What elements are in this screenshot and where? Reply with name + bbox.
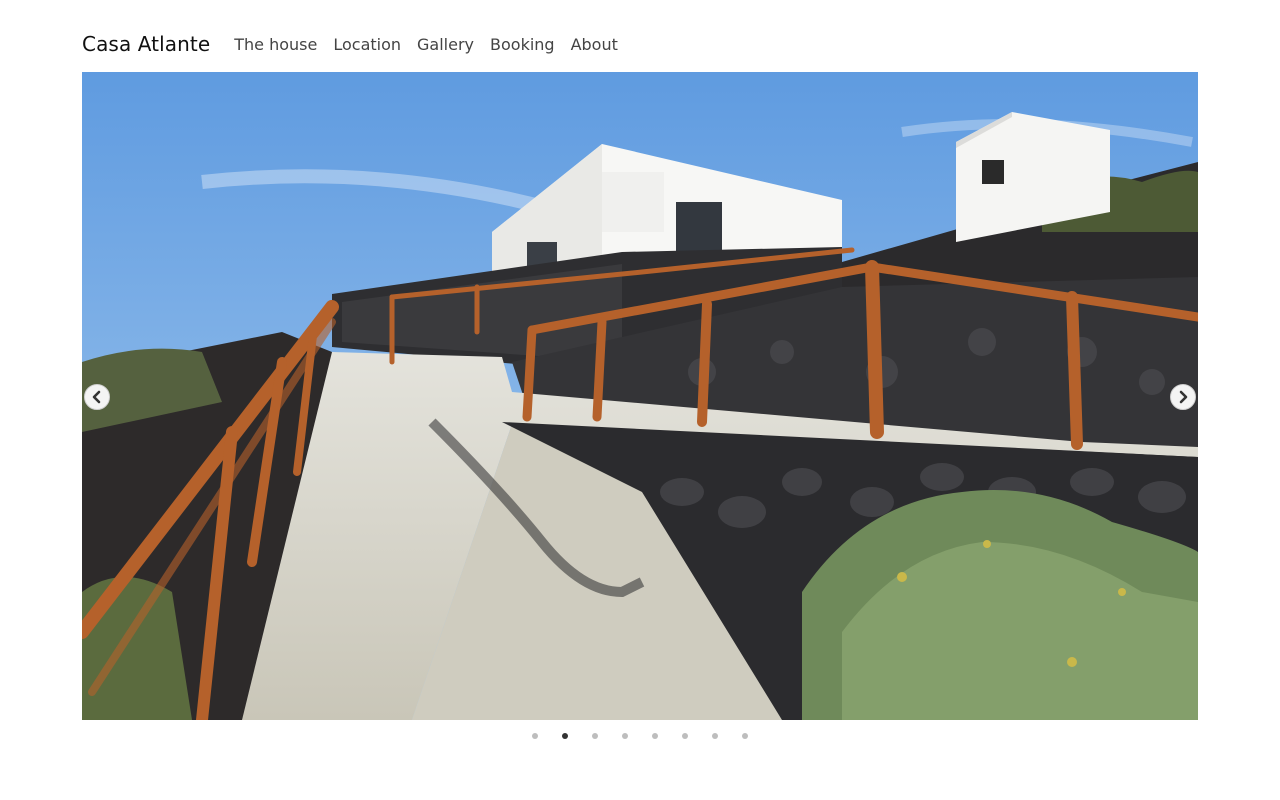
carousel-indicators — [0, 731, 1280, 741]
chevron-left-icon — [92, 390, 101, 404]
nav-item-about[interactable]: About — [571, 35, 618, 54]
nav-item-location[interactable]: Location — [333, 35, 401, 54]
carousel-dot-2[interactable] — [562, 733, 568, 739]
nav-item-booking[interactable]: Booking — [490, 35, 555, 54]
main-nav: The house Location Gallery Booking About — [234, 35, 618, 54]
carousel-dot-6[interactable] — [682, 733, 688, 739]
carousel-dot-5[interactable] — [652, 733, 658, 739]
carousel-dot-3[interactable] — [592, 733, 598, 739]
carousel-next-button[interactable] — [1170, 384, 1196, 410]
carousel-dot-7[interactable] — [712, 733, 718, 739]
chevron-right-icon — [1179, 390, 1188, 404]
image-carousel — [82, 72, 1198, 720]
nav-item-gallery[interactable]: Gallery — [417, 35, 474, 54]
slide-photo-house — [82, 72, 1198, 720]
site-title[interactable]: Casa Atlante — [82, 32, 210, 56]
nav-item-the-house[interactable]: The house — [234, 35, 317, 54]
carousel-dot-4[interactable] — [622, 733, 628, 739]
site-header: Casa Atlante The house Location Gallery … — [82, 30, 618, 58]
carousel-dot-8[interactable] — [742, 733, 748, 739]
carousel-prev-button[interactable] — [84, 384, 110, 410]
carousel-dot-1[interactable] — [532, 733, 538, 739]
